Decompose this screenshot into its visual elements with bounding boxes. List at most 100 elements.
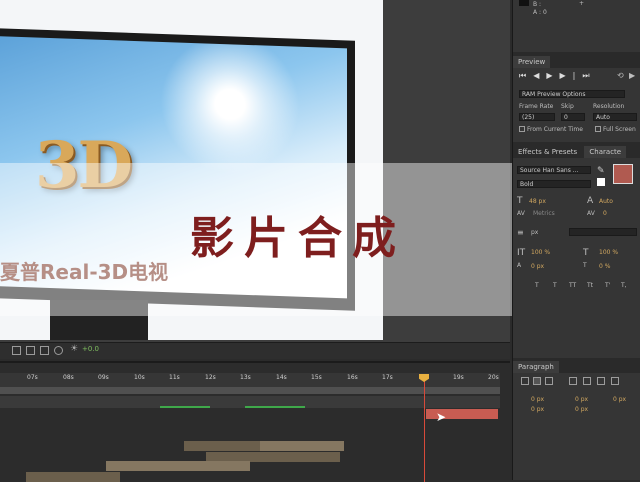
timeline-panel[interactable]: 07s 08s 09s 10s 11s 12s 13s 14s 15s 16s … <box>0 361 510 482</box>
from-current-time-checkbox[interactable] <box>519 126 525 132</box>
character-tab-bar: Effects & Presets Characte <box>513 146 640 158</box>
tick-label: 13s <box>240 374 251 381</box>
leading-value[interactable]: Auto <box>599 198 613 205</box>
tsume-value[interactable]: 0 % <box>599 263 610 270</box>
tick-label: 09s <box>98 374 109 381</box>
paragraph-tab-bar: Paragraph <box>513 361 640 373</box>
resolution-label: Resolution <box>593 103 625 110</box>
horizontal-scale-value[interactable]: 100 % <box>599 249 618 256</box>
work-area-bar[interactable] <box>0 387 500 394</box>
loop-icon[interactable]: ⟲ <box>617 71 624 80</box>
playhead-line[interactable] <box>424 377 425 482</box>
viewer-toolbar: ☀ +0.0 <box>0 342 510 359</box>
exposure-icon[interactable]: ☀ <box>70 344 78 354</box>
from-current-time-label: From Current Time <box>527 126 583 133</box>
eyedropper-icon[interactable]: ✎ <box>597 166 605 176</box>
justify-right-icon[interactable] <box>597 377 605 385</box>
info-panel: B : A : 0 + <box>513 0 640 52</box>
tick-label: 11s <box>169 374 180 381</box>
resolution-select[interactable]: Auto <box>593 113 637 121</box>
layer-bar[interactable] <box>260 441 344 451</box>
first-line-value[interactable]: 0 px <box>613 396 626 403</box>
kerning-value[interactable]: Metrics <box>533 210 555 217</box>
cache-indicator <box>245 406 305 408</box>
justify-center-icon[interactable] <box>583 377 591 385</box>
baseline-icon: A <box>517 262 522 269</box>
layer-bar[interactable] <box>106 461 250 471</box>
character-panel: Source Han Sans ... Bold ✎ T 48 px A Aut… <box>513 158 640 358</box>
tracking-icon: AV <box>587 210 595 217</box>
vertical-scale-value[interactable]: 100 % <box>531 249 550 256</box>
space-before-value[interactable]: 0 px <box>531 406 544 413</box>
baseline-value[interactable]: 0 px <box>531 263 544 270</box>
flowchart-icon[interactable] <box>54 346 63 355</box>
tick-label: 08s <box>63 374 74 381</box>
overlay-title: 影片合成 <box>190 213 406 264</box>
tick-label: 17s <box>382 374 393 381</box>
all-caps-button[interactable]: TT <box>569 282 576 289</box>
info-a-label: A : 0 <box>533 9 547 16</box>
tab-character[interactable]: Characte <box>584 146 627 158</box>
channel-icon[interactable] <box>40 346 49 355</box>
horizontal-scale-icon: T <box>583 248 589 258</box>
stroke-style-select[interactable] <box>569 228 637 236</box>
align-right-icon[interactable] <box>545 377 553 385</box>
mouse-cursor-icon: ➤ <box>436 410 447 424</box>
color-swatch <box>519 0 529 6</box>
stroke-icon: ≡ <box>517 228 524 237</box>
paragraph-panel: 0 px 0 px 0 px 0 px 0 px <box>513 373 640 480</box>
justify-all-icon[interactable] <box>611 377 619 385</box>
tick-label: 15s <box>311 374 322 381</box>
playback-controls[interactable]: ⏮◀▶▶|⏭ <box>519 71 597 81</box>
font-size-value[interactable]: 48 px <box>529 198 546 205</box>
sun-glare <box>160 35 300 177</box>
ram-preview-options-select[interactable]: RAM Preview Options <box>519 90 625 98</box>
tick-label: 07s <box>27 374 38 381</box>
indent-left-value[interactable]: 0 px <box>531 396 544 403</box>
full-screen-checkbox[interactable] <box>595 126 601 132</box>
font-style-select[interactable]: Bold <box>517 180 591 188</box>
vertical-scale-icon: IT <box>517 248 526 258</box>
faux-italic-button[interactable]: T <box>553 282 557 289</box>
small-caps-button[interactable]: Tt <box>587 282 593 289</box>
crosshair-icon: + <box>579 0 585 7</box>
preview-tab-bar: Preview <box>513 56 640 68</box>
font-family-select[interactable]: Source Han Sans ... <box>517 166 591 174</box>
justify-left-icon[interactable] <box>569 377 577 385</box>
ram-preview-icon[interactable]: ▶ <box>629 71 635 80</box>
exposure-value[interactable]: +0.0 <box>82 345 99 353</box>
tick-label: 16s <box>347 374 358 381</box>
tick-label: 10s <box>134 374 145 381</box>
layer-bar[interactable] <box>26 472 120 482</box>
tick-label: 19s <box>453 374 464 381</box>
subscript-button[interactable]: T, <box>621 282 627 289</box>
info-b-label: B : <box>533 1 542 8</box>
tab-paragraph[interactable]: Paragraph <box>513 361 559 373</box>
skip-label: Skip <box>561 103 574 110</box>
white-swatch[interactable] <box>597 178 605 186</box>
tsume-icon: T <box>583 262 587 269</box>
space-after-value[interactable]: 0 px <box>575 406 588 413</box>
frame-rate-select[interactable]: (25) <box>519 113 555 121</box>
preview-panel: ⏮◀▶▶|⏭ ⟲ ▶ RAM Preview Options Frame Rat… <box>513 68 640 142</box>
superscript-button[interactable]: T' <box>605 282 610 289</box>
tab-preview[interactable]: Preview <box>513 56 551 68</box>
snapshot-icon[interactable] <box>12 346 21 355</box>
skip-select[interactable]: 0 <box>561 113 585 121</box>
stroke-width-value[interactable]: px <box>531 229 538 236</box>
fill-color-swatch[interactable] <box>613 164 633 184</box>
frame-rate-label: Frame Rate <box>519 103 554 110</box>
align-center-icon[interactable] <box>533 377 541 385</box>
align-left-icon[interactable] <box>521 377 529 385</box>
tab-effects-presets[interactable]: Effects & Presets <box>513 146 583 158</box>
full-screen-label: Full Screen <box>603 126 636 133</box>
faux-bold-button[interactable]: T <box>535 282 539 289</box>
leading-icon: A <box>587 196 594 206</box>
tick-label: 20s <box>488 374 499 381</box>
show-snapshot-icon[interactable] <box>26 346 35 355</box>
tracking-value[interactable]: 0 <box>603 210 607 217</box>
indent-right-value[interactable]: 0 px <box>575 396 588 403</box>
font-size-icon: T <box>517 196 523 206</box>
tick-label: 12s <box>205 374 216 381</box>
kerning-icon: AV <box>517 210 525 217</box>
